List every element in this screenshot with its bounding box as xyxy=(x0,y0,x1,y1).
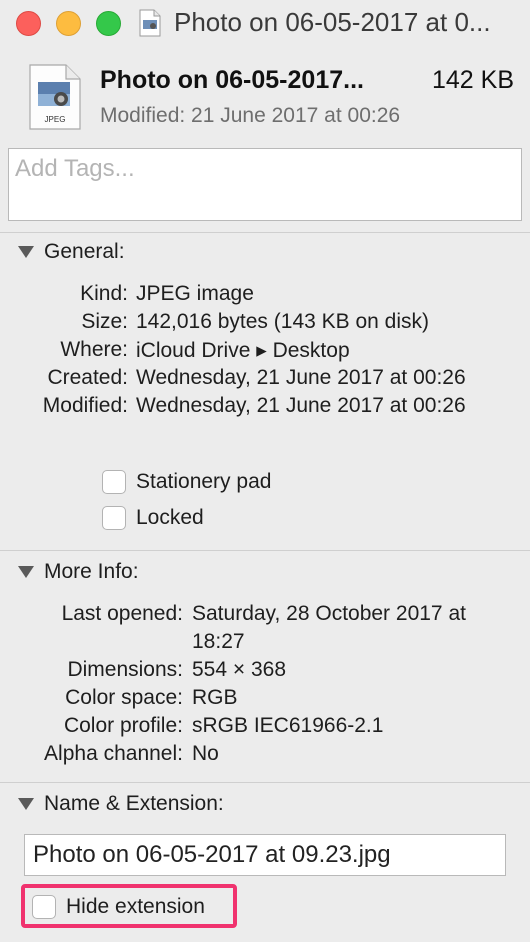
info-label: Last opened: xyxy=(61,602,183,625)
locked-label[interactable]: Locked xyxy=(136,506,204,530)
stationery-pad-checkbox[interactable] xyxy=(102,470,126,494)
info-row-modified: Modified: Wednesday, 21 June 2017 at 00:… xyxy=(0,394,530,422)
general-section-toggle[interactable]: General: xyxy=(0,240,400,270)
file-icon-label: JPEG xyxy=(45,115,66,124)
info-row-created: Created: Wednesday, 21 June 2017 at 00:2… xyxy=(0,366,530,394)
info-value: 142,016 bytes (143 KB on disk) xyxy=(136,310,430,333)
info-value: Saturday, 28 October 2017 at xyxy=(192,602,466,625)
info-value: Wednesday, 21 June 2017 at 00:26 xyxy=(136,366,466,389)
highlight-box xyxy=(21,884,237,928)
disclosure-triangle-icon[interactable] xyxy=(18,798,34,810)
info-row-color-space: Color space: RGB xyxy=(0,686,530,714)
info-label: Alpha channel: xyxy=(44,742,183,765)
tags-placeholder: Add Tags... xyxy=(15,155,135,182)
info-row-dimensions: Dimensions: 554 × 368 xyxy=(0,658,530,686)
info-label: Modified: xyxy=(42,394,128,417)
general-section-title: General: xyxy=(44,240,125,263)
info-label: Size: xyxy=(81,310,128,333)
info-label: Dimensions: xyxy=(67,658,183,681)
stationery-pad-label[interactable]: Stationery pad xyxy=(136,470,271,494)
info-label: Color profile: xyxy=(63,714,183,737)
info-label: Color space: xyxy=(65,686,183,709)
info-label: Created: xyxy=(47,366,128,389)
document-proxy-icon[interactable] xyxy=(138,9,162,37)
locked-checkbox[interactable] xyxy=(102,506,126,530)
info-value: iCloud Drive ▸ Desktop xyxy=(136,339,350,362)
tags-field[interactable]: Add Tags... xyxy=(8,148,522,221)
info-value: 18:27 xyxy=(192,630,245,653)
file-size: 142 KB xyxy=(431,66,514,94)
file-name-input[interactable] xyxy=(24,834,506,876)
info-row-where: Where: iCloud Drive ▸ Desktop xyxy=(0,338,530,366)
minimize-icon[interactable] xyxy=(56,11,81,36)
file-name-heading: Photo on 06-05-2017... xyxy=(100,66,364,94)
info-row-kind: Kind: JPEG image xyxy=(0,282,530,310)
zoom-icon[interactable] xyxy=(96,11,121,36)
more-info-section-title: More Info: xyxy=(44,560,139,583)
info-value: JPEG image xyxy=(136,282,254,305)
info-value: sRGB IEC61966-2.1 xyxy=(192,714,384,737)
info-row-last-opened-cont: 18:27 xyxy=(0,630,530,658)
info-row-alpha-channel: Alpha channel: No xyxy=(0,742,530,770)
info-row-size: Size: 142,016 bytes (143 KB on disk) xyxy=(0,310,530,338)
close-icon[interactable] xyxy=(16,11,41,36)
divider xyxy=(0,550,530,551)
info-value: 554 × 368 xyxy=(192,658,287,681)
name-extension-section-title: Name & Extension: xyxy=(44,792,224,815)
window-title: Photo on 06-05-2017 at 0... xyxy=(174,7,491,37)
info-row-last-opened: Last opened: Saturday, 28 October 2017 a… xyxy=(0,602,530,630)
jpeg-document-icon: JPEG xyxy=(29,64,81,130)
disclosure-triangle-icon[interactable] xyxy=(18,566,34,578)
name-extension-section-toggle[interactable]: Name & Extension: xyxy=(0,792,400,822)
info-value: RGB xyxy=(192,686,238,709)
divider xyxy=(0,782,530,783)
more-info-section-toggle[interactable]: More Info: xyxy=(0,560,400,590)
info-value: No xyxy=(192,742,219,765)
info-label: Where: xyxy=(60,338,128,361)
file-modified-date: Modified: 21 June 2017 at 00:26 xyxy=(100,104,401,127)
divider xyxy=(0,232,530,233)
title-bar: Photo on 06-05-2017 at 0... xyxy=(0,0,530,46)
info-label: Kind: xyxy=(80,282,128,305)
info-row-color-profile: Color profile: sRGB IEC61966-2.1 xyxy=(0,714,530,742)
info-value: Wednesday, 21 June 2017 at 00:26 xyxy=(136,394,466,417)
disclosure-triangle-icon[interactable] xyxy=(18,246,34,258)
